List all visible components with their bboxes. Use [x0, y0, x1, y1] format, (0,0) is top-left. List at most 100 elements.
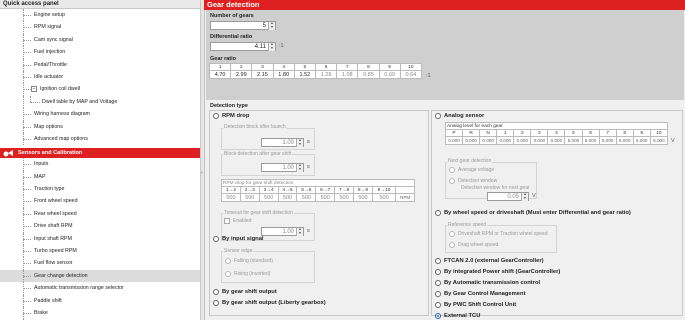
block-after-shift-spinner-icon[interactable]: ▲ ▼: [296, 163, 303, 172]
tree-item-label: Pedal/Throttle: [34, 61, 67, 68]
diff-ratio-label: Differential ratio: [210, 34, 253, 40]
rpm-drop-cell[interactable]: 500: [296, 193, 317, 202]
option-radio[interactable]: [435, 258, 441, 264]
tree-item[interactable]: Turbo speed RPM: [0, 245, 202, 258]
tree-item-selected[interactable]: Gear change detection: [0, 269, 202, 283]
gear-ratio-cell[interactable]: 1.08: [336, 70, 359, 79]
gear-ratio-cell[interactable]: 0.85: [357, 70, 380, 79]
gear-ratio-cell[interactable]: 0.69: [378, 70, 401, 79]
tree-item[interactable]: Traction type: [0, 183, 202, 196]
timeout-spinner-icon[interactable]: ▲ ▼: [296, 227, 303, 236]
tree-item[interactable]: − Ignition coil dwell: [0, 83, 202, 96]
block-after-shift-input[interactable]: 1.00 ▲ ▼: [261, 163, 304, 172]
gear-ratio-cell[interactable]: 2.15: [251, 70, 274, 79]
gear-shift-output-liberty-radio[interactable]: [213, 300, 219, 306]
tree-item[interactable]: Fuel flow sensor: [0, 257, 202, 270]
option-radio[interactable]: [435, 291, 441, 297]
option-radio[interactable]: [435, 313, 441, 319]
tree-item[interactable]: Front wheel speed: [0, 195, 202, 208]
input-signal-radio[interactable]: [213, 236, 219, 242]
analog-cell[interactable]: 5.000: [632, 136, 651, 145]
tree-item[interactable]: Fuel injection: [0, 46, 202, 59]
tree-item[interactable]: Automatic transmission range selector: [0, 282, 202, 295]
analog-sensor-radio[interactable]: [435, 113, 441, 119]
analog-cell[interactable]: 0.000: [530, 136, 549, 145]
falling-label: Falling (standard): [234, 258, 273, 264]
rpm-drop-cell[interactable]: 500: [315, 193, 336, 202]
tree-subitem[interactable]: Dwell table by MAP and Voltage: [0, 95, 202, 109]
num-gears-spinner-icon[interactable]: ▲ ▼: [268, 21, 275, 30]
tree-item[interactable]: Inputs: [0, 158, 202, 171]
option-radio[interactable]: [435, 280, 441, 286]
tree-item[interactable]: Brake: [0, 306, 202, 320]
tree-item[interactable]: Advanced map options: [0, 132, 202, 146]
tree-item[interactable]: Drive shaft RPM: [0, 220, 202, 233]
analog-cell[interactable]: 0.000: [496, 136, 515, 145]
detection-window-label: Detection window: [458, 178, 498, 184]
detection-window-input[interactable]: 0.05 ▲ ▼: [487, 192, 529, 201]
block-after-launch-input[interactable]: 1.00 ▲ ▼: [261, 138, 304, 147]
analog-cell[interactable]: 5.000: [649, 136, 669, 145]
gear-ratio-cell[interactable]: 2.99: [230, 70, 253, 79]
analog-cell[interactable]: 0.000: [462, 136, 481, 145]
analog-cell[interactable]: 0.000: [547, 136, 566, 145]
diff-ratio-spinner-icon[interactable]: ▲ ▼: [268, 42, 275, 51]
gear-ratio-cell[interactable]: 0.64: [399, 70, 423, 79]
block-after-shift-value: 1.00: [282, 165, 294, 171]
drag-wheel-radio[interactable]: [449, 242, 455, 248]
diff-ratio-input[interactable]: 4.11 ▲ ▼: [210, 42, 276, 51]
gear-ratio-cell[interactable]: 1.28: [314, 70, 338, 79]
rpm-drop-cell[interactable]: 500: [239, 193, 260, 202]
tree-item[interactable]: Cam sync signal: [0, 33, 202, 47]
detection-window-radio[interactable]: [449, 178, 455, 184]
rpm-drop-cell[interactable]: 500: [258, 193, 279, 202]
enabled-checkbox[interactable]: [224, 218, 230, 224]
timeout-input[interactable]: 1.00 ▲ ▼: [261, 227, 304, 236]
tree-item[interactable]: MAP: [0, 170, 202, 184]
analog-cell[interactable]: 5.000: [615, 136, 634, 145]
tree-item[interactable]: Idle actuator: [0, 70, 202, 84]
rpm-drop-cell[interactable]: 500: [353, 193, 373, 202]
analog-cell[interactable]: 0.000: [513, 136, 532, 145]
block-after-launch-unit: s: [307, 139, 310, 145]
tree-item[interactable]: Map options: [0, 120, 202, 133]
rpm-drop-cell[interactable]: 500: [371, 193, 397, 202]
detection-window-spinner-icon[interactable]: ▲ ▼: [521, 192, 528, 201]
tree-item[interactable]: Input shaft RPM: [0, 232, 202, 246]
analog-cell[interactable]: 5.000: [598, 136, 617, 145]
category-header[interactable]: Sensors and Calibration: [0, 148, 202, 159]
analog-cell[interactable]: 5.000: [581, 136, 600, 145]
tree-item[interactable]: Wiring harness diagram: [0, 108, 202, 121]
splitter-grip-icon[interactable]: ‹: [201, 170, 203, 176]
block-after-launch-spinner-icon[interactable]: ▲ ▼: [296, 138, 303, 147]
gear-ratio-cell[interactable]: 1.52: [293, 70, 316, 79]
analog-header: 10: [649, 129, 669, 137]
tree-item[interactable]: Paddle shift: [0, 294, 202, 307]
tree-item[interactable]: RPM signal: [0, 21, 202, 34]
analog-cell[interactable]: 5.000: [564, 136, 583, 145]
analog-cell[interactable]: 0.000: [444, 136, 464, 145]
rpm-drop-cell[interactable]: 500: [277, 193, 298, 202]
wheel-speed-radio[interactable]: [435, 210, 441, 216]
tree-item[interactable]: Engine setup: [0, 9, 202, 22]
option-label: FTCAN 2.0 (external GearController): [444, 258, 544, 264]
rpm-drop-cell[interactable]: 500: [334, 193, 355, 202]
reference-speed-label: Reference speed: [447, 222, 488, 228]
num-gears-input[interactable]: 5 ▲ ▼: [210, 21, 276, 30]
tree-item[interactable]: Pedal/Throttle: [0, 58, 202, 71]
gear-ratio-cell[interactable]: 4.70: [208, 70, 232, 79]
rpm-drop-cell[interactable]: 500: [221, 193, 241, 202]
tree-item-label: Gear change detection: [34, 272, 88, 279]
average-voltage-radio[interactable]: [449, 167, 455, 173]
falling-radio[interactable]: [225, 258, 231, 264]
gear-ratio-cell[interactable]: 1.80: [272, 70, 295, 79]
rpm-drop-radio[interactable]: [213, 113, 219, 119]
tree-item[interactable]: Rear wheel speed: [0, 207, 202, 221]
option-radio[interactable]: [435, 302, 441, 308]
rising-radio[interactable]: [225, 271, 231, 277]
collapse-icon[interactable]: −: [31, 86, 37, 93]
gear-shift-output-radio[interactable]: [213, 289, 219, 295]
option-radio[interactable]: [435, 269, 441, 275]
analog-cell[interactable]: 0.000: [479, 136, 498, 145]
driveshaft-radio[interactable]: [449, 231, 455, 237]
